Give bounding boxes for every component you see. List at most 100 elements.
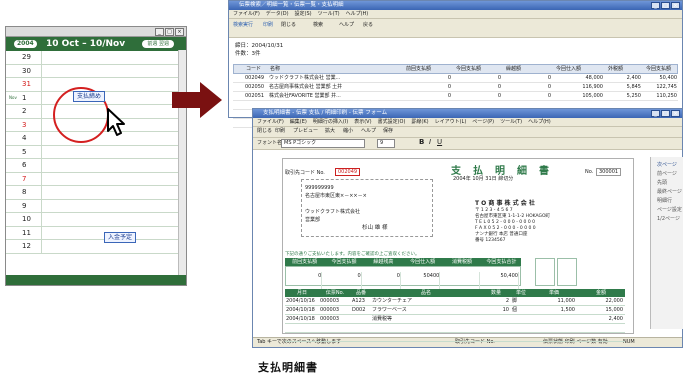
save-button[interactable]: 保存 <box>383 128 393 135</box>
menu-item[interactable]: ヘルプ(H) <box>346 11 369 17</box>
table-row[interactable]: 002051 株式会社FAVORITE 営業部 井... 0 0 0 105,000 5,2… <box>233 92 678 101</box>
table-row[interactable]: 002050 名古屋商事株式会社 営業部 土井 0 0 0 116,900 5,845 122… <box>233 83 678 92</box>
menu-item[interactable]: 書式設定(O) <box>378 119 406 125</box>
calendar-day-row[interactable]: 31 <box>6 78 186 92</box>
detail-row[interactable]: 2004/10/18 000003 消費税等 2,400 <box>285 315 625 324</box>
maximize-icon[interactable]: □ <box>661 2 670 9</box>
column-header[interactable]: 今回仕入額 <box>556 65 608 73</box>
year-badge[interactable]: 2004 <box>14 40 37 48</box>
minimize-icon[interactable]: _ <box>155 28 164 36</box>
calendar-day-row[interactable]: 12 <box>6 240 186 254</box>
preview-button[interactable]: プレビュー <box>293 128 318 135</box>
detail-column-header: 単価 <box>548 290 559 296</box>
menu-item[interactable]: ツール(T) <box>318 11 340 17</box>
column-header[interactable]: 前回支払額 <box>406 65 456 73</box>
menu-item[interactable]: ファイル(F) <box>233 11 260 17</box>
help-button[interactable]: ヘルプ <box>361 128 376 135</box>
table-header: コード 名称 前回支払額 今回支払額 繰越額 今回仕入額 外税額 今回支払額 <box>233 64 678 74</box>
close-icon[interactable]: × <box>671 110 680 117</box>
menu-item[interactable]: 編集(E) <box>290 119 307 125</box>
calendar-day-row[interactable]: 10 <box>6 213 186 227</box>
calendar-day-row[interactable]: 5 <box>6 145 186 159</box>
close-icon[interactable]: × <box>175 28 184 36</box>
close-button[interactable]: 閉じる <box>257 128 272 135</box>
column-header[interactable]: コード <box>246 65 270 73</box>
side-pane-item[interactable]: ページ設定 <box>651 206 683 215</box>
search-run-button[interactable]: 検索実行 <box>233 22 253 29</box>
print-button[interactable]: 印刷 <box>263 22 273 29</box>
menu-item[interactable]: 明細行の挿入(I) <box>313 119 348 125</box>
detail-row <box>285 324 625 333</box>
calendar-day-row[interactable]: 30 <box>6 64 186 78</box>
summary-value[interactable]: 0 <box>327 272 362 290</box>
mouse-cursor-icon <box>107 108 125 136</box>
summary-value[interactable]: 50400 <box>406 272 441 290</box>
side-pane-item[interactable]: 明細行 <box>651 197 683 206</box>
maximize-icon[interactable]: □ <box>165 28 174 36</box>
calendar-day-row[interactable]: 6 <box>6 159 186 173</box>
doc-no-field[interactable]: 300001 <box>596 168 622 176</box>
side-pane-item[interactable]: 前ページ <box>651 170 683 179</box>
event-payment-closing[interactable]: 支払締め <box>73 91 106 102</box>
back-button[interactable]: 戻る <box>363 22 373 29</box>
italic-button[interactable]: I <box>429 139 431 146</box>
menu-item[interactable]: ツール(T) <box>500 119 522 125</box>
column-header[interactable]: 今回支払額 <box>646 65 682 73</box>
calendar-day-row[interactable]: 11 <box>6 226 186 240</box>
menu-item[interactable]: ファイル(F) <box>257 119 284 125</box>
menu-item[interactable]: ヘルプ(H) <box>528 119 551 125</box>
help-button[interactable]: ヘルプ <box>339 22 354 29</box>
calendar-window: _ □ × 2004 10 Oct – 10/Nov 前週 翌週 29 30 31 1… <box>5 26 187 286</box>
zoom-in-button[interactable]: 拡大 <box>325 128 335 135</box>
font-select[interactable]: MS Pゴシック <box>281 139 365 148</box>
zoom-out-button[interactable]: 縮小 <box>343 128 353 135</box>
bold-button[interactable]: B <box>419 139 424 146</box>
print-button[interactable]: 印刷 <box>275 128 285 135</box>
menu-item[interactable]: 設定(S) <box>295 11 312 17</box>
font-size-select[interactable]: 9 <box>377 139 395 148</box>
detail-cell: 消費税等 <box>372 316 393 322</box>
side-pane-item[interactable]: 先頭 <box>651 179 683 188</box>
summary-value[interactable] <box>445 272 480 290</box>
week-nav-button[interactable]: 前週 翌週 <box>142 40 174 48</box>
side-pane-item[interactable]: 最終ページ <box>651 188 683 197</box>
column-header[interactable]: 名称 <box>270 65 406 73</box>
side-pane-item[interactable]: 次ページ <box>651 161 683 170</box>
issuer-account: 番号 1234567 <box>475 238 506 243</box>
column-header[interactable]: 外税額 <box>608 65 646 73</box>
detail-row[interactable]: 2004/10/16 000003 A123 カウンターチェア 2 脚 11,000 22,0… <box>285 297 625 306</box>
side-pane-item[interactable]: 1/2ページ <box>651 215 683 224</box>
menu-item[interactable]: データ(D) <box>266 11 289 17</box>
detail-column-header: 月日 <box>296 290 307 296</box>
calendar-day-row[interactable]: 7 <box>6 172 186 186</box>
column-header[interactable]: 今回支払額 <box>456 65 506 73</box>
minimize-icon[interactable]: _ <box>651 110 660 117</box>
detail-cell: 000003 <box>320 316 340 322</box>
minimize-icon[interactable]: _ <box>651 2 660 9</box>
search-button[interactable]: 検索 <box>313 22 323 29</box>
summary-value[interactable]: 0 <box>367 272 401 290</box>
payment-list-window: 伝票検索／明細一覧・伝票一覧・支払明細 _ □ × ファイル(F) データ(D) 設… <box>228 0 683 128</box>
summary-value[interactable]: 0 <box>288 272 323 290</box>
recipient-person: 杉山 雄 様 <box>362 225 388 231</box>
menu-item[interactable]: ページ(P) <box>472 119 494 125</box>
underline-button[interactable]: U <box>437 139 442 146</box>
calendar-day-row[interactable]: 29 <box>6 51 186 65</box>
summary-value[interactable]: 50,400 <box>485 272 519 290</box>
detail-cell: 000003 <box>320 307 340 313</box>
partner-code-field[interactable]: 002049 <box>335 168 361 176</box>
calendar-day-row[interactable]: 9 <box>6 199 186 213</box>
menu-item[interactable]: 表示(V) <box>354 119 371 125</box>
close-list-button[interactable]: 閉じる <box>281 22 296 29</box>
event-deposit-due[interactable]: 入金予定 <box>104 232 137 243</box>
menu-item[interactable]: 罫線(K) <box>411 119 428 125</box>
detail-row[interactable]: 2004/10/18 000003 D002 フラワーベース 10 個 1,500 15,00… <box>285 306 625 315</box>
calendar-day-row[interactable]: 8 <box>6 186 186 200</box>
table-cell: 0 <box>447 93 451 99</box>
table-row[interactable]: 002049 ウッドクラフト株式会社 営業... 0 0 0 48,000 2,400 50,… <box>233 74 678 83</box>
menu-item[interactable]: レイアウト(L) <box>435 119 467 125</box>
close-icon[interactable]: × <box>671 2 680 9</box>
column-header[interactable]: 繰越額 <box>506 65 556 73</box>
maximize-icon[interactable]: □ <box>661 110 670 117</box>
column-header[interactable] <box>236 65 246 73</box>
